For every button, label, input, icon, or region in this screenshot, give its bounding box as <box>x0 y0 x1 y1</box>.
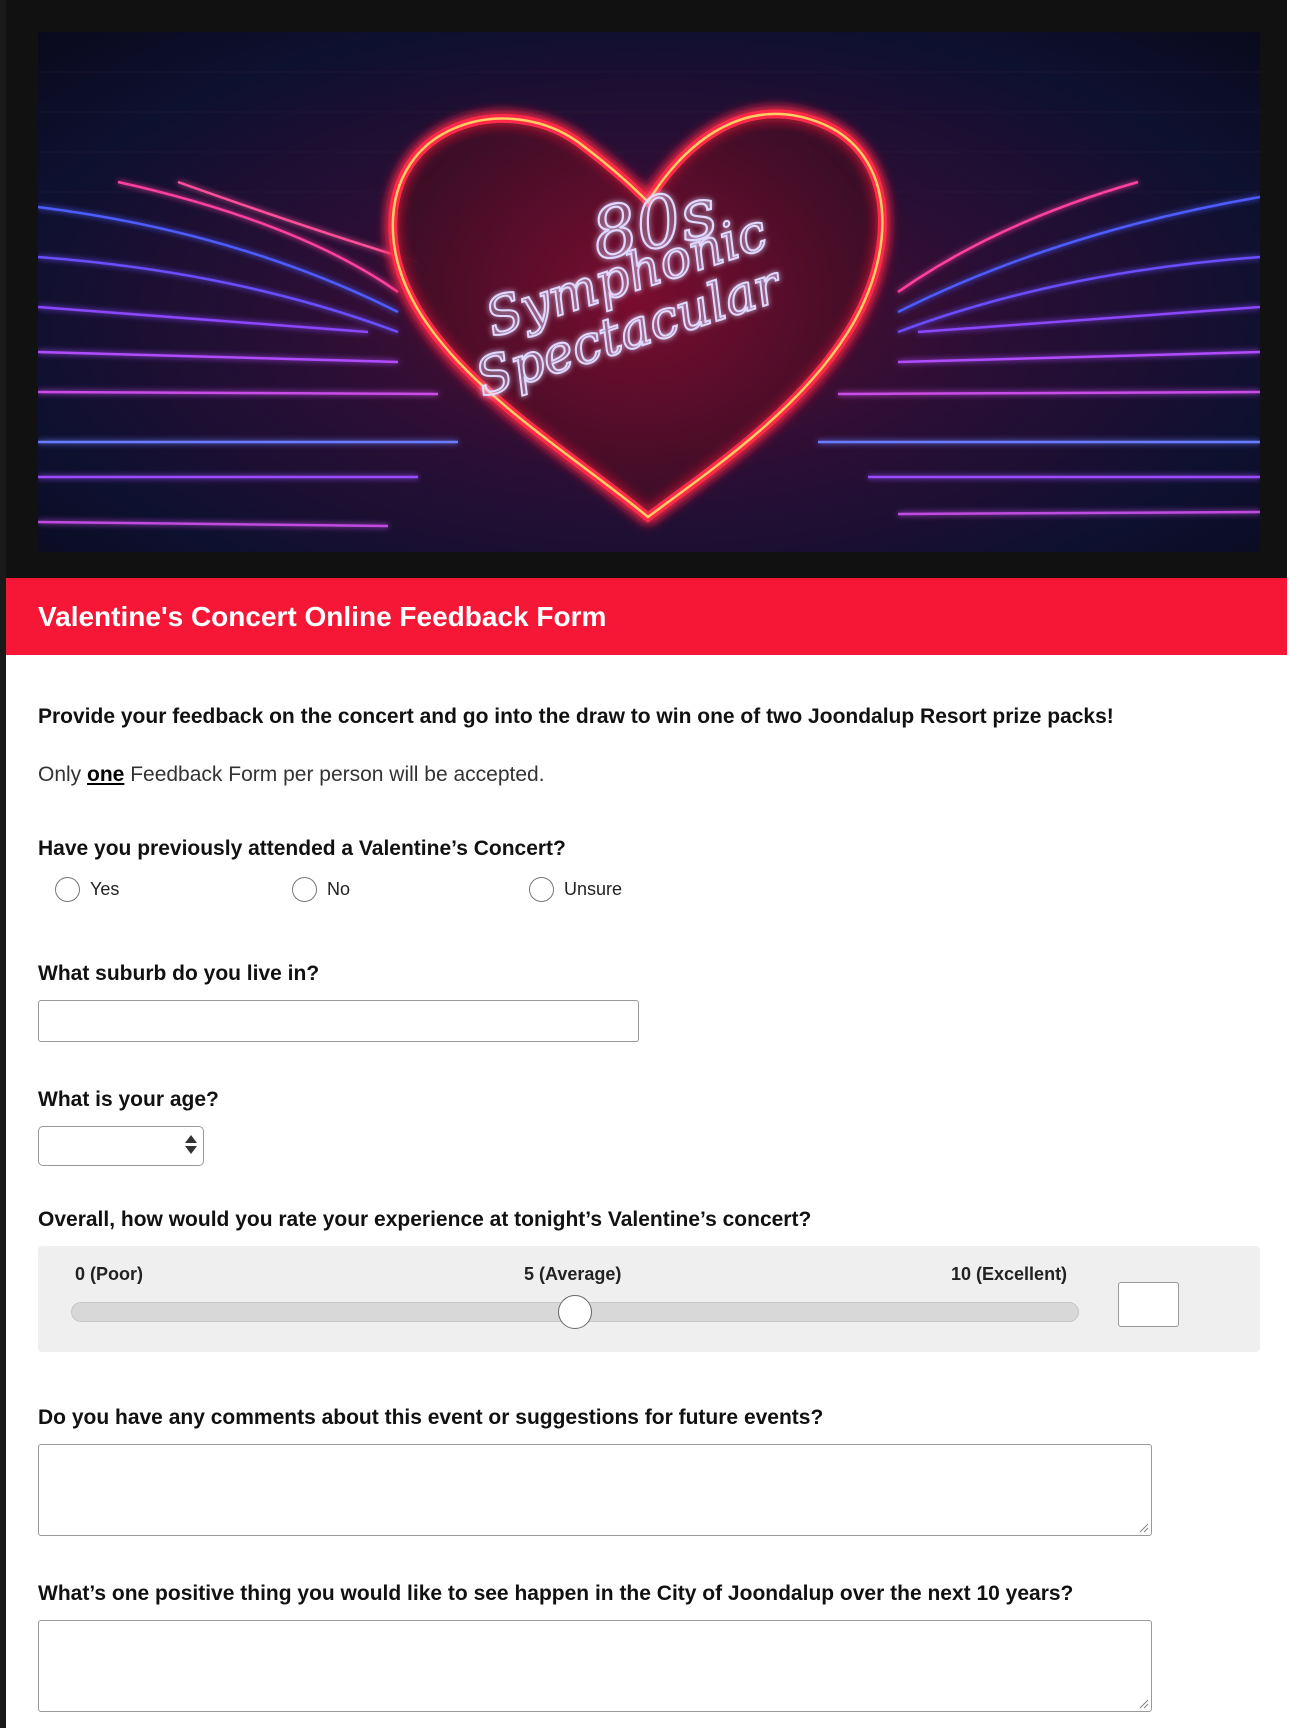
radio-button-yes[interactable] <box>55 877 80 902</box>
form-note: Only one Feedback Form per person will b… <box>38 763 1255 787</box>
radio-label-no: No <box>327 879 351 899</box>
rating-min-label: 0 (Poor) <box>75 1264 144 1284</box>
rating-panel: 0 (Poor) 5 (Average) 10 (Excellent) <box>38 1246 1260 1352</box>
select-arrows-icon <box>185 1135 197 1154</box>
question-age: What is your age? <box>38 1088 219 1111</box>
positive-textarea[interactable] <box>38 1620 1152 1712</box>
age-select[interactable] <box>38 1126 204 1166</box>
question-comments: Do you have any comments about this even… <box>38 1406 824 1429</box>
rating-value-input[interactable] <box>1118 1282 1179 1327</box>
attended-radio-group: Yes No Unsure <box>38 877 1255 902</box>
form-content: Provide your feedback on the concert and… <box>6 705 1287 1712</box>
question-attended: Have you previously attended a Valentine… <box>38 837 566 860</box>
attended-option-no[interactable]: No <box>292 877 529 902</box>
resize-handle-icon[interactable] <box>1137 1697 1149 1709</box>
note-prefix: Only <box>38 763 88 786</box>
neon-heart-artwork: 80s Symphonic Spectacular <box>38 71 1260 528</box>
note-emphasis: one <box>87 763 125 786</box>
radio-button-unsure[interactable] <box>529 877 554 902</box>
form-title-bar: Valentine's Concert Online Feedback Form <box>6 578 1287 655</box>
radio-label-yes: Yes <box>90 879 120 899</box>
rating-slider-thumb[interactable] <box>558 1295 592 1329</box>
note-suffix: Feedback Form per person will be accepte… <box>124 763 545 786</box>
form-title: Valentine's Concert Online Feedback Form <box>38 600 607 632</box>
feedback-page: 80s Symphonic Spectacular Valentine's Co… <box>0 0 1287 1728</box>
radio-label-unsure: Unsure <box>564 879 623 899</box>
question-suburb: What suburb do you live in? <box>38 962 320 985</box>
comments-textarea[interactable] <box>38 1444 1152 1536</box>
suburb-input[interactable] <box>38 1000 639 1042</box>
question-positive: What’s one positive thing you would like… <box>38 1582 1074 1605</box>
attended-option-unsure[interactable]: Unsure <box>529 877 622 902</box>
resize-handle-icon[interactable] <box>1137 1521 1149 1533</box>
concert-banner-image: 80s Symphonic Spectacular <box>38 32 1260 552</box>
banner-frame: 80s Symphonic Spectacular <box>6 0 1287 578</box>
radio-button-no[interactable] <box>292 877 317 902</box>
attended-option-yes[interactable]: Yes <box>55 877 292 902</box>
question-rating: Overall, how would you rate your experie… <box>38 1208 812 1231</box>
rating-mid-label: 5 (Average) <box>524 1264 622 1284</box>
form-intro: Provide your feedback on the concert and… <box>38 705 1114 728</box>
rating-max-label: 10 (Excellent) <box>951 1264 1068 1284</box>
